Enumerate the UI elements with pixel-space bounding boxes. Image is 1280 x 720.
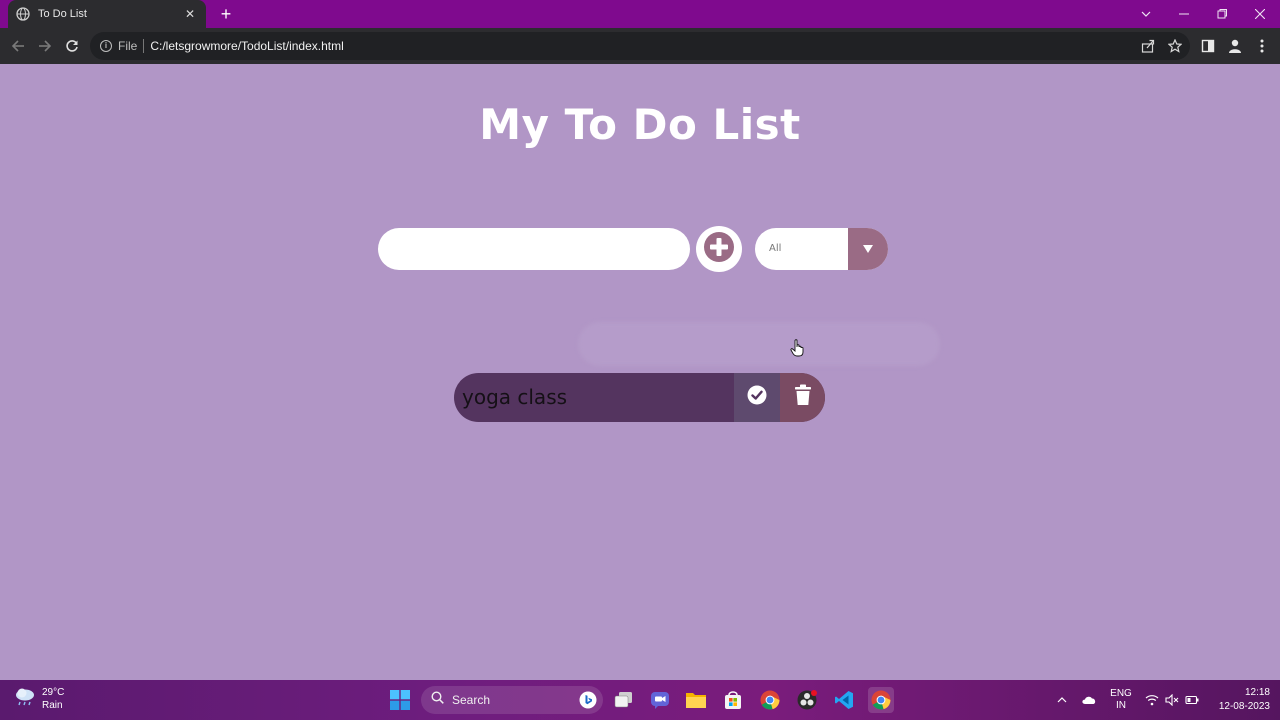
todo-item: yoga class: [454, 373, 825, 422]
new-tab-button[interactable]: +: [216, 4, 236, 24]
onedrive-cloud-icon[interactable]: [1078, 680, 1100, 720]
todo-text: yoga class: [462, 385, 568, 409]
language-region: IN: [1116, 700, 1126, 711]
task-view-icon[interactable]: [612, 688, 636, 712]
meet-chat-icon[interactable]: [648, 688, 672, 712]
address-bar[interactable]: i File C:/letsgrowmore/TodoList/index.ht…: [90, 32, 1190, 60]
tab-search-chevron-icon[interactable]: [1128, 0, 1164, 28]
hand-cursor-icon: [790, 339, 804, 357]
globe-icon: [16, 7, 30, 21]
wifi-icon[interactable]: [1143, 680, 1161, 720]
weather-desc: Rain: [42, 700, 63, 711]
system-clock[interactable]: 12:18 12-08-2023: [1206, 686, 1270, 714]
obs-recorder-icon[interactable]: [795, 688, 819, 712]
profile-icon[interactable]: [1225, 36, 1245, 56]
todo-input[interactable]: [378, 228, 690, 270]
delete-todo-button[interactable]: [780, 373, 825, 422]
info-icon[interactable]: i: [100, 40, 112, 52]
complete-todo-button[interactable]: [734, 373, 780, 422]
trash-icon: [794, 384, 812, 411]
chrome-active-icon[interactable]: [868, 687, 894, 713]
clock-date: 12-08-2023: [1218, 701, 1270, 712]
bookmark-star-icon[interactable]: [1165, 36, 1185, 56]
minimize-button[interactable]: [1166, 0, 1202, 28]
bing-icon[interactable]: [579, 691, 597, 714]
chrome-icon[interactable]: [758, 688, 782, 712]
plus-circle-icon: [702, 230, 736, 269]
windows-start-icon[interactable]: [388, 688, 412, 712]
file-explorer-icon[interactable]: [684, 688, 708, 712]
rain-cloud-icon: [14, 687, 36, 712]
browser-tab-bar: To Do List ✕ +: [0, 0, 1280, 28]
url-text[interactable]: C:/letsgrowmore/TodoList/index.html: [150, 39, 343, 53]
battery-icon[interactable]: [1183, 680, 1201, 720]
add-todo-button[interactable]: [696, 226, 742, 272]
weather-widget[interactable]: 29°C Rain: [14, 686, 64, 712]
language-indicator[interactable]: ENG IN: [1104, 680, 1138, 720]
restore-button[interactable]: [1204, 0, 1240, 28]
share-icon[interactable]: [1138, 36, 1158, 56]
microsoft-store-icon[interactable]: [721, 688, 745, 712]
vscode-icon[interactable]: [832, 688, 856, 712]
forward-button[interactable]: [35, 36, 55, 56]
taskbar-search-label: Search: [452, 693, 491, 707]
menu-dots-icon[interactable]: [1252, 36, 1272, 56]
drag-ghost-item: [578, 322, 940, 366]
back-button[interactable]: [8, 36, 28, 56]
url-separator: [143, 39, 145, 53]
url-scheme: File: [118, 39, 138, 53]
weather-text: 29°C Rain: [42, 686, 64, 712]
tray-chevron-up-icon[interactable]: [1054, 680, 1070, 720]
browser-tab[interactable]: To Do List ✕: [8, 0, 206, 28]
dropdown-arrow-icon[interactable]: [848, 228, 888, 270]
reload-button[interactable]: [62, 36, 82, 56]
taskbar-search[interactable]: Search: [421, 686, 603, 714]
browser-toolbar: i File C:/letsgrowmore/TodoList/index.ht…: [0, 28, 1280, 64]
check-circle-icon: [747, 385, 767, 410]
filter-select[interactable]: All: [755, 228, 888, 270]
weather-temp: 29°C: [42, 687, 65, 698]
taskbar: 29°C Rain Search ENG IN 12:18 12-08-2023: [0, 680, 1280, 720]
side-panel-icon[interactable]: [1198, 36, 1218, 56]
filter-selected-value: All: [769, 243, 782, 254]
tab-close-icon[interactable]: ✕: [182, 7, 198, 21]
tab-title: To Do List: [38, 8, 87, 20]
page-title: My To Do List: [479, 100, 801, 149]
clock-time: 12:18: [1244, 687, 1270, 698]
close-window-button[interactable]: [1242, 0, 1278, 28]
volume-muted-icon[interactable]: [1163, 680, 1181, 720]
search-icon: [431, 691, 444, 709]
language-code: ENG: [1110, 688, 1132, 699]
